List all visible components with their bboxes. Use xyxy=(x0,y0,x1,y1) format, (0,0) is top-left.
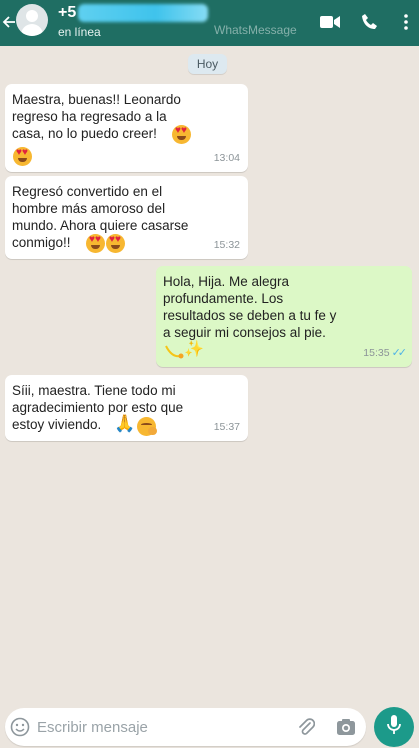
redacted-phone-number xyxy=(78,4,209,22)
avatar[interactable] xyxy=(16,4,48,36)
phone-call-icon[interactable] xyxy=(358,10,382,34)
contact-name[interactable]: +5 xyxy=(58,3,209,23)
heart-eyes-emoji xyxy=(86,234,105,253)
microphone-icon xyxy=(386,714,402,741)
chat-screen: +5 en línea WhatsMessage Hoy Maestra, bu… xyxy=(0,0,419,748)
contact-status: en línea xyxy=(58,25,101,39)
heart-eyes-emoji xyxy=(106,234,125,253)
message-text: Hola, Hija. Me alegra profundamente. Los… xyxy=(163,274,337,340)
microphone-button[interactable] xyxy=(374,707,414,747)
message-composer xyxy=(5,708,366,746)
contact-name-prefix: +5 xyxy=(58,4,77,21)
message-time: 15:32 xyxy=(213,239,240,251)
folded-hands-emoji: 🙏 xyxy=(114,414,136,433)
attach-icon[interactable] xyxy=(295,716,317,738)
message-input[interactable] xyxy=(37,716,277,738)
sparkles-emoji: ✨ xyxy=(184,341,204,358)
video-call-icon[interactable] xyxy=(318,10,342,34)
more-options-icon[interactable] xyxy=(398,10,414,34)
comet-emoji xyxy=(164,342,184,364)
camera-icon[interactable] xyxy=(335,716,357,738)
read-receipt-icon: ✓✓ xyxy=(391,347,408,359)
message-time: 15:37 xyxy=(213,421,240,433)
heart-eyes-emoji xyxy=(172,125,191,144)
message-bubble-outgoing[interactable]: Hola, Hija. Me alegra profundamente. Los… xyxy=(156,266,412,367)
message-bubble-incoming[interactable]: Maestra, buenas!! Leonardo regreso ha re… xyxy=(5,84,248,172)
message-text: Regresó convertido en el hombre más amor… xyxy=(12,184,189,250)
message-bubble-incoming[interactable]: Síii, maestra. Tiene todo mi agradecimie… xyxy=(5,375,248,441)
hugging-face-emoji xyxy=(137,417,157,436)
message-text: Maestra, buenas!! Leonardo regreso ha re… xyxy=(12,92,181,141)
chat-header: +5 en línea WhatsMessage xyxy=(0,0,419,46)
message-bubble-incoming[interactable]: Regresó convertido en el hombre más amor… xyxy=(5,176,248,259)
heart-eyes-emoji xyxy=(13,147,32,166)
message-time-value: 15:35 xyxy=(363,347,390,359)
message-time: 15:35 ✓✓ xyxy=(363,345,408,362)
emoji-icon[interactable] xyxy=(9,716,31,738)
message-time: 13:04 xyxy=(213,152,240,164)
watermark: WhatsMessage xyxy=(214,23,297,37)
date-separator: Hoy xyxy=(188,54,227,74)
